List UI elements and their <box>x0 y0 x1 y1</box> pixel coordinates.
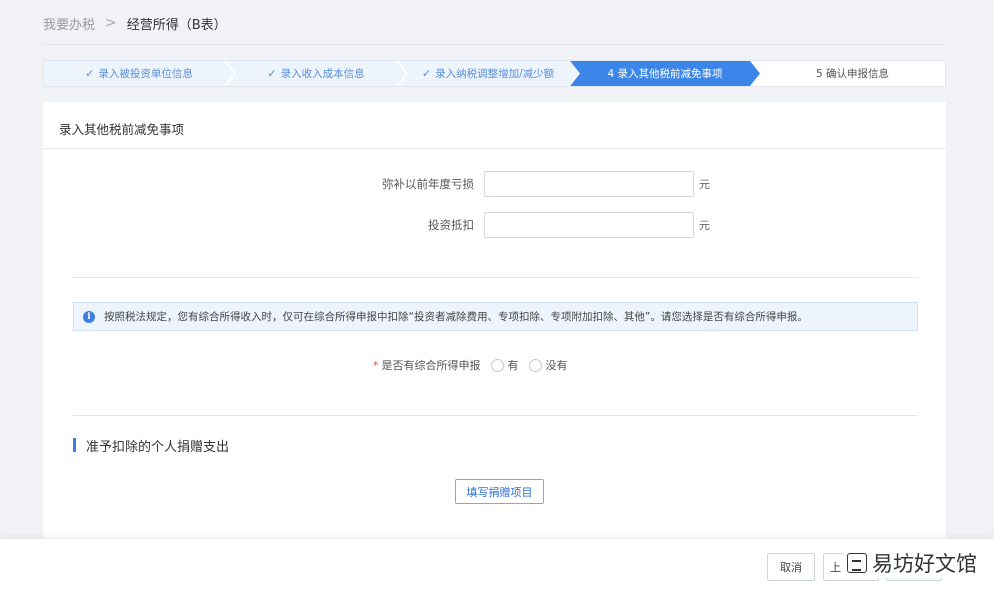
loss-label: 弥补以前年度亏损 <box>382 177 474 191</box>
step-2-label: 录入收入成本信息 <box>280 68 365 80</box>
investment-input[interactable] <box>484 212 694 238</box>
breadcrumb-divider <box>43 44 946 45</box>
breadcrumb-separator-icon: > <box>105 15 117 31</box>
section-accent-bar <box>73 438 76 452</box>
step-4[interactable]: 4 录入其他税前减免事项 <box>570 61 760 86</box>
check-icon: ✓ <box>267 67 277 80</box>
investment-label: 投资抵扣 <box>428 218 474 232</box>
donation-section-label: 准予扣除的个人捐赠支出 <box>86 439 230 455</box>
breadcrumb: 我要办税 > 经营所得（B表） <box>43 13 227 33</box>
cancel-button[interactable]: 取消 <box>767 553 815 581</box>
watermark-logo-icon <box>847 553 867 573</box>
required-mark: * <box>373 358 379 372</box>
step-progress-bar: ✓ 录入被投资单位信息 ✓ 录入收入成本信息 ✓ 录入纳税调整增加/减少额 4 … <box>43 60 946 87</box>
step-3[interactable]: ✓ 录入纳税调整增加/减少额 <box>398 61 578 86</box>
check-icon: ✓ <box>85 67 95 80</box>
comprehensive-income-label: 是否有综合所得申报 <box>381 359 481 372</box>
watermark-text: 易坊好文馆 <box>872 552 977 576</box>
investment-unit: 元 <box>699 219 710 232</box>
breadcrumb-home-link[interactable]: 我要办税 <box>43 14 95 33</box>
step-1[interactable]: ✓ 录入被投资单位信息 <box>44 61 234 86</box>
step-2[interactable]: ✓ 录入收入成本信息 <box>226 61 406 86</box>
check-icon: ✓ <box>421 67 432 80</box>
info-notice: i 按照税法规定，您有综合所得收入时，仅可在综合所得申报中扣除“投资者减除费用、… <box>73 302 918 331</box>
step-3-label: 录入纳税调整增加/减少额 <box>435 68 555 80</box>
step-4-label: 4 录入其他税前减免事项 <box>607 68 723 80</box>
loss-input[interactable] <box>484 171 694 197</box>
main-card: 录入其他税前减免事项 弥补以前年度亏损 元 投资抵扣 元 i 按照税法规定，您有… <box>43 102 946 542</box>
radio-yes-circle[interactable] <box>490 358 504 372</box>
fill-donation-button[interactable]: 填写捐赠项目 <box>455 479 544 504</box>
investment-row: 投资抵扣 元 <box>344 212 710 238</box>
loss-unit: 元 <box>699 178 710 191</box>
loss-row: 弥补以前年度亏损 元 <box>344 171 710 197</box>
divider <box>73 277 918 278</box>
divider <box>73 415 918 416</box>
radio-no-circle[interactable] <box>528 358 542 372</box>
card-title: 录入其他税前减免事项 <box>59 122 185 137</box>
radio-yes-label: 有 <box>507 359 519 372</box>
step-1-label: 录入被投资单位信息 <box>98 68 193 80</box>
card-title-divider <box>43 148 946 149</box>
info-icon: i <box>83 310 95 323</box>
step-5[interactable]: 5 确认申报信息 <box>760 61 945 86</box>
radio-no[interactable]: 没有 <box>528 357 568 373</box>
breadcrumb-current: 经营所得（B表） <box>126 17 227 33</box>
notice-text: 按照税法规定，您有综合所得收入时，仅可在综合所得申报中扣除“投资者减除费用、专项… <box>104 311 808 323</box>
step-5-label: 5 确认申报信息 <box>815 68 890 80</box>
donation-section-title: 准予扣除的个人捐赠支出 <box>73 438 230 455</box>
comprehensive-income-row: * 是否有综合所得申报 有 没有 <box>373 357 568 373</box>
radio-no-label: 没有 <box>545 359 568 372</box>
radio-yes[interactable]: 有 <box>490 357 519 373</box>
watermark: 易坊好文馆 <box>843 548 981 578</box>
